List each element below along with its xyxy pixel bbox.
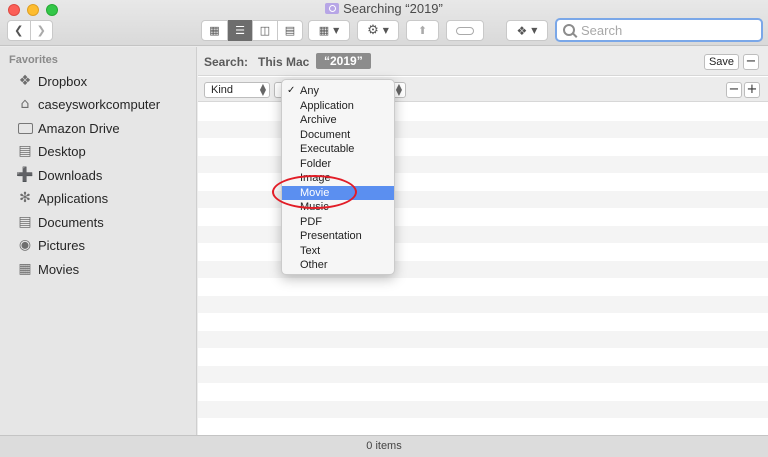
menu-item-presentation[interactable]: Presentation xyxy=(282,229,394,244)
home-icon: ⌂ xyxy=(20,96,30,112)
sidebar-item-home[interactable]: ⌂ caseysworkcomputer xyxy=(16,94,161,114)
menu-item-text[interactable]: Text xyxy=(282,244,394,259)
remove-criteria-button[interactable]: − xyxy=(726,82,742,98)
search-scope-label: Search: xyxy=(204,55,249,69)
menu-item-movie[interactable]: Movie xyxy=(282,185,394,200)
sidebar-item-downloads[interactable]: ➕ Downloads xyxy=(16,165,102,185)
add-criteria-button[interactable]: + xyxy=(744,82,760,98)
sidebar: Favorites ❖ Dropbox ⌂ caseysworkcomputer… xyxy=(0,47,197,435)
chevron-right-icon: ❯ xyxy=(36,24,46,37)
list-row xyxy=(198,400,768,418)
list-row xyxy=(198,418,768,436)
chevron-left-icon: ❮ xyxy=(14,24,24,37)
list-row xyxy=(198,278,768,296)
attribute-popup[interactable]: Kind ▲ ▼ xyxy=(204,82,270,98)
list-row xyxy=(198,383,768,401)
window-title: Searching “2019” xyxy=(0,1,768,16)
tags-button[interactable] xyxy=(446,20,484,41)
remove-scope-button[interactable]: − xyxy=(743,54,759,70)
menu-item-music[interactable]: Music xyxy=(282,200,394,215)
dropbox-menu-button[interactable]: ❖ ▼ xyxy=(506,20,548,41)
status-bar: 0 items xyxy=(0,435,768,457)
plus-icon: + xyxy=(746,82,758,97)
sidebar-item-pictures[interactable]: ◉ Pictures xyxy=(16,235,85,255)
share-icon: ⬆ xyxy=(417,24,428,37)
search-field[interactable]: Search xyxy=(555,18,763,42)
downloads-icon: ➕ xyxy=(16,167,34,183)
back-button[interactable]: ❮ xyxy=(8,20,31,41)
columns-icon: ◫ xyxy=(259,24,271,37)
menu-item-application[interactable]: Application xyxy=(282,99,394,114)
pictures-icon: ◉ xyxy=(18,237,32,253)
sidebar-item-desktop[interactable]: ▤ Desktop xyxy=(16,141,85,161)
menu-item-image[interactable]: Image xyxy=(282,171,394,186)
dropbox-icon: ❖ xyxy=(18,73,32,89)
menu-item-other[interactable]: Other xyxy=(282,258,394,273)
forward-button[interactable]: ❯ xyxy=(31,20,53,41)
toolbar: Searching “2019” ❮ ❯ ▦ ☰ ◫ ▤ ▦ ▼ ⚙ ▼ ⬆ ❖… xyxy=(0,0,768,46)
sidebar-item-applications[interactable]: ✻ Applications xyxy=(16,188,108,208)
navigation-buttons: ❮ ❯ xyxy=(7,20,53,41)
sidebar-heading-favorites: Favorites xyxy=(9,54,58,66)
smart-folder-icon xyxy=(325,3,340,14)
column-view-button[interactable]: ◫ xyxy=(253,20,278,41)
popup-arrows-icon: ▲ ▼ xyxy=(259,82,266,97)
action-button[interactable]: ⚙ ▼ xyxy=(357,20,399,41)
list-view-button[interactable]: ☰ xyxy=(228,20,253,41)
kind-dropdown-menu: ✓ Any Application Archive Document Execut… xyxy=(281,79,395,275)
sidebar-item-documents[interactable]: ▤ Documents xyxy=(16,212,103,232)
popup-arrows-icon: ▲ ▼ xyxy=(395,82,402,97)
sidebar-item-dropbox[interactable]: ❖ Dropbox xyxy=(16,71,87,91)
icon-view-button[interactable]: ▦ xyxy=(202,20,228,41)
menu-item-document[interactable]: Document xyxy=(282,128,394,143)
sidebar-item-amazon-drive[interactable]: Amazon Drive xyxy=(16,118,120,138)
chevron-down-icon: ▼ xyxy=(382,25,389,35)
item-count: 0 items xyxy=(366,440,402,452)
tag-icon xyxy=(456,26,474,35)
applications-icon: ✻ xyxy=(19,190,31,206)
list-icon: ☰ xyxy=(235,24,245,37)
gallery-icon: ▤ xyxy=(284,24,296,37)
chevron-down-icon: ▼ xyxy=(333,25,340,35)
icon-grid-icon: ▦ xyxy=(209,24,220,37)
list-row xyxy=(198,330,768,348)
menu-item-executable[interactable]: Executable xyxy=(282,142,394,157)
minus-icon: − xyxy=(745,54,757,69)
search-icon xyxy=(563,24,575,36)
list-row xyxy=(198,295,768,313)
dropbox-icon: ❖ xyxy=(516,23,528,38)
save-search-button[interactable]: Save xyxy=(704,54,739,70)
view-mode-control: ▦ ☰ ◫ ▤ xyxy=(201,20,303,41)
checkmark-icon: ✓ xyxy=(287,85,296,96)
menu-item-folder[interactable]: Folder xyxy=(282,157,394,172)
menu-item-pdf[interactable]: PDF xyxy=(282,215,394,230)
sidebar-item-movies[interactable]: ▦ Movies xyxy=(16,259,79,279)
minus-icon: − xyxy=(728,82,740,97)
group-grid-icon: ▦ xyxy=(318,24,330,37)
group-by-button[interactable]: ▦ ▼ xyxy=(308,20,350,41)
menu-item-any[interactable]: ✓ Any xyxy=(282,84,394,99)
movies-icon: ▦ xyxy=(18,261,32,277)
scope-this-mac[interactable]: This Mac xyxy=(258,55,309,69)
search-placeholder: Search xyxy=(581,22,623,38)
chevron-down-icon: ▼ xyxy=(531,25,538,35)
share-button[interactable]: ⬆ xyxy=(406,20,439,41)
list-row xyxy=(198,348,768,366)
documents-icon: ▤ xyxy=(18,214,32,230)
scope-query-chip[interactable]: “2019” xyxy=(316,53,371,69)
gear-icon: ⚙ xyxy=(367,23,379,38)
desktop-icon: ▤ xyxy=(18,143,32,159)
menu-item-archive[interactable]: Archive xyxy=(282,113,394,128)
folder-icon xyxy=(16,120,34,136)
list-row xyxy=(198,365,768,383)
search-scope-bar: Search: This Mac “2019” Save − xyxy=(198,47,768,76)
list-row xyxy=(198,313,768,331)
gallery-view-button[interactable]: ▤ xyxy=(278,20,302,41)
